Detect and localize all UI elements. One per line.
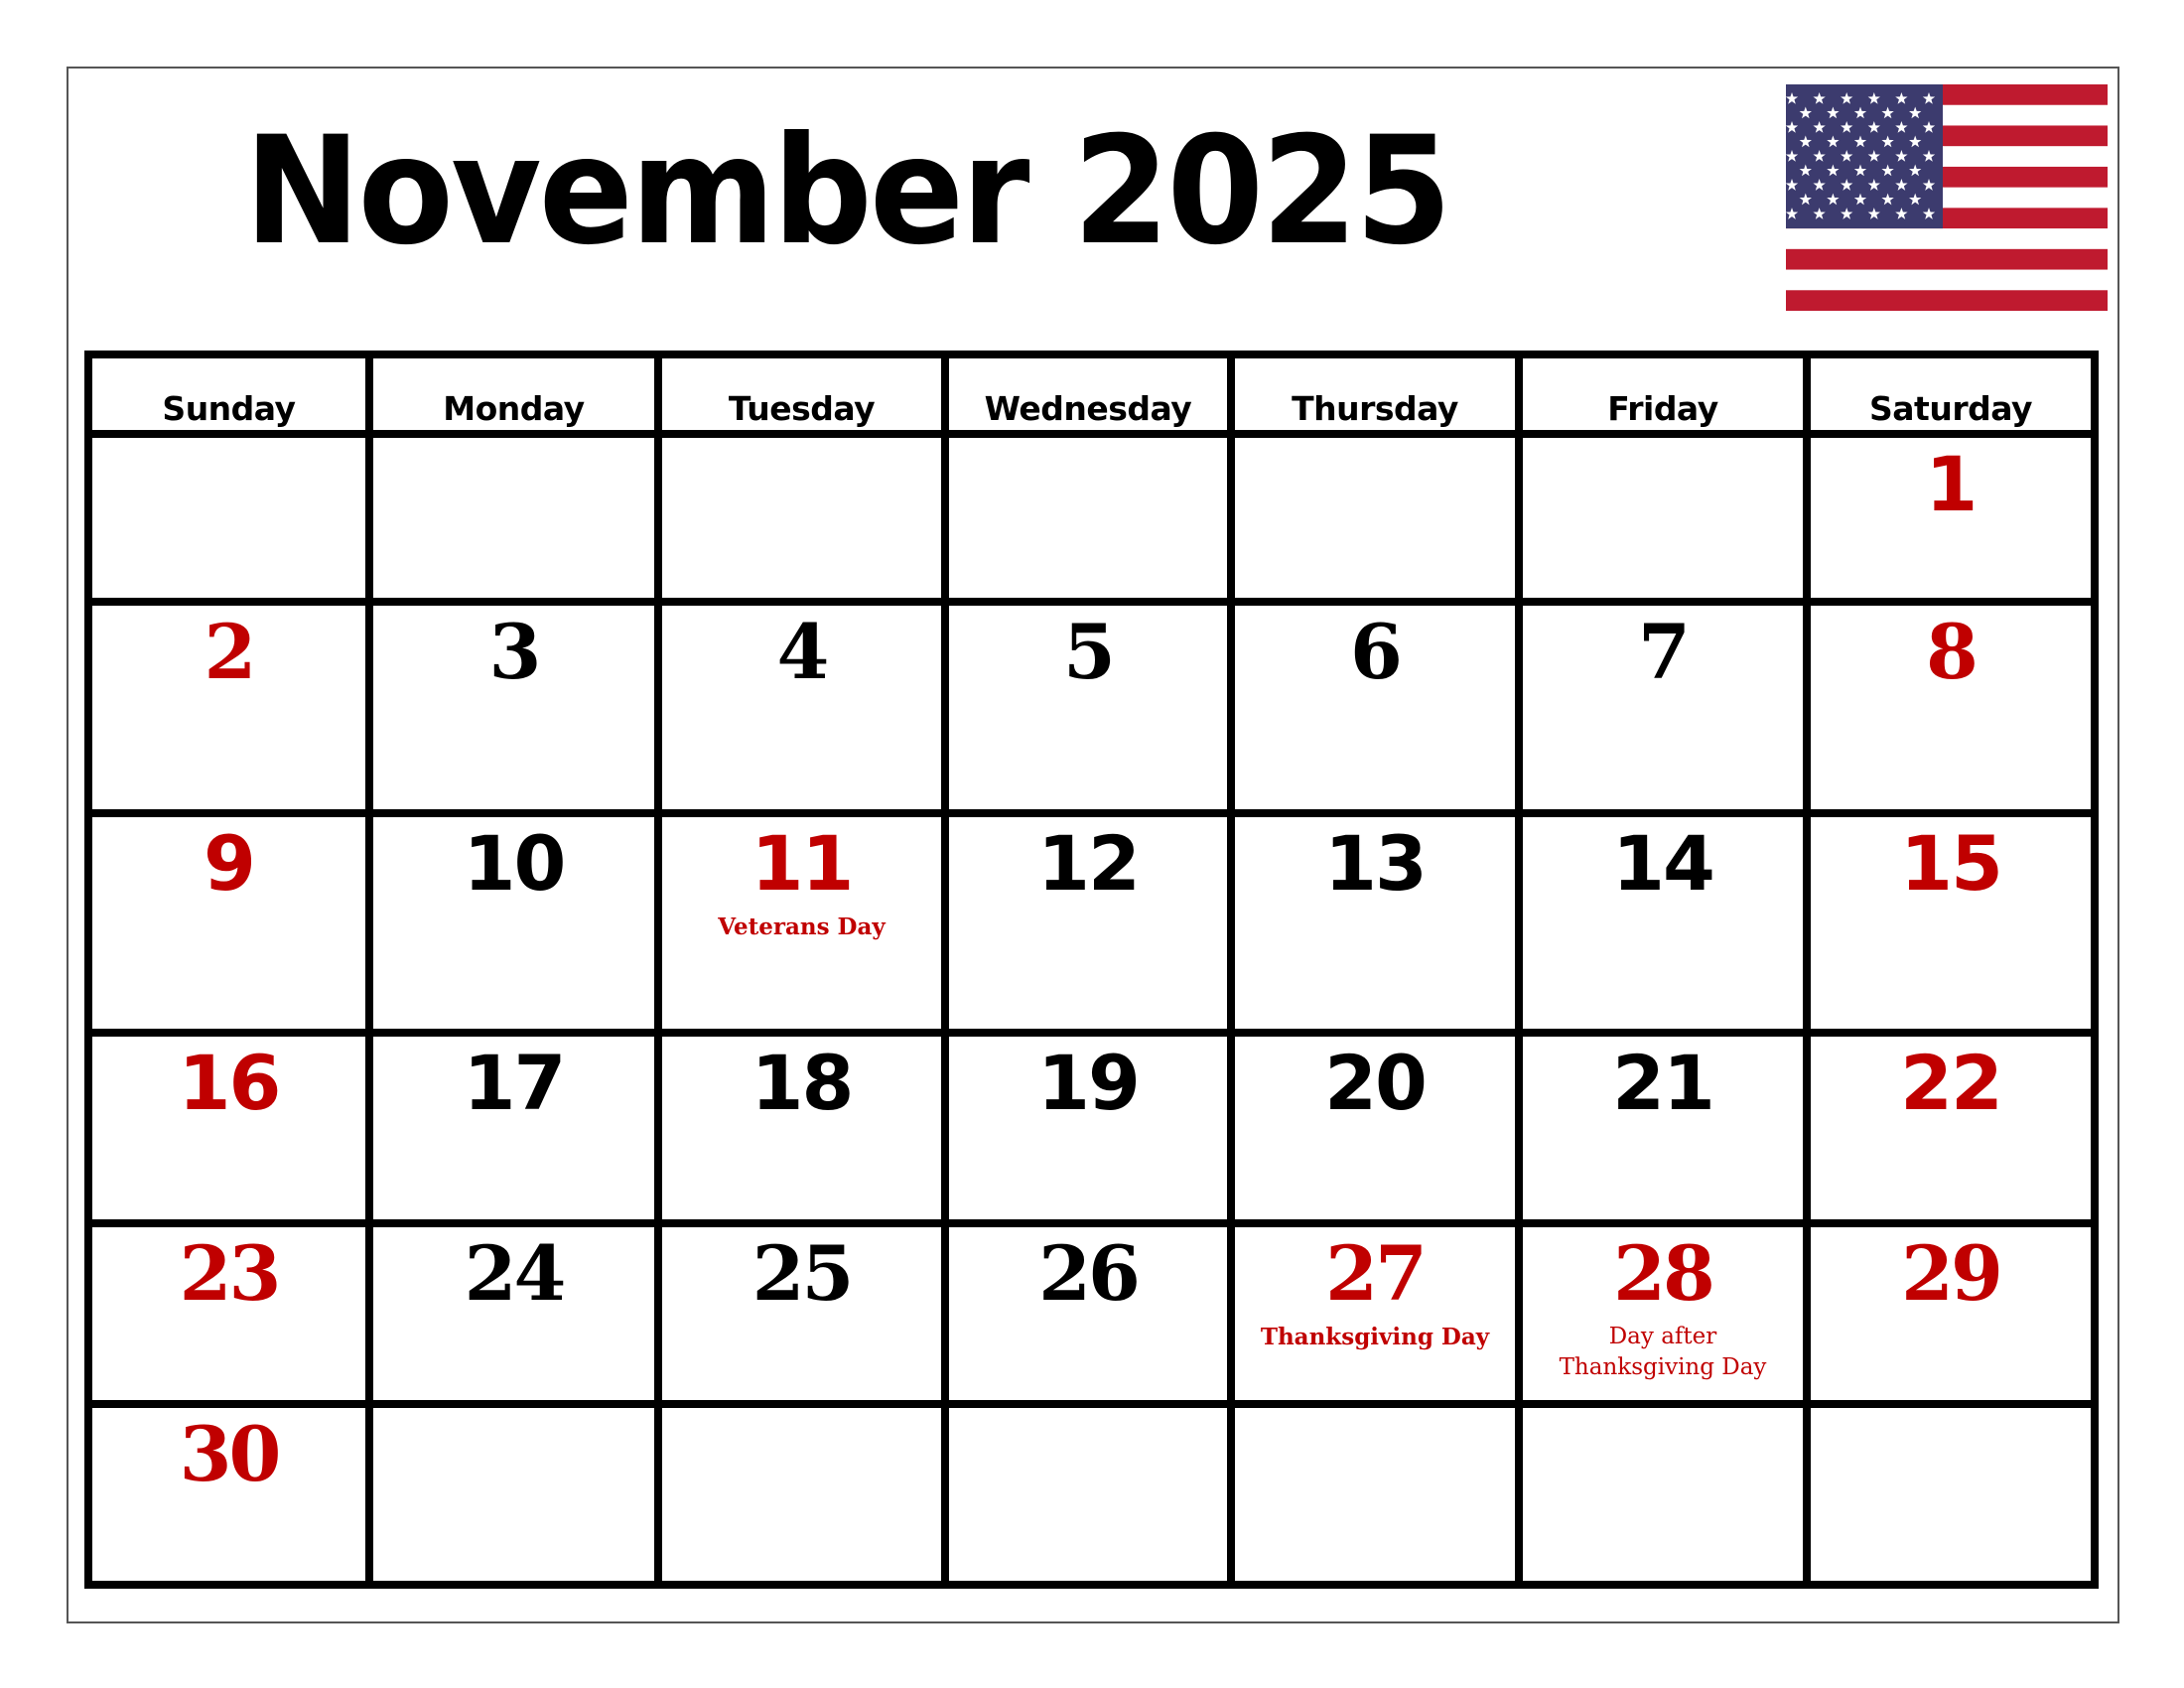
day-number: 4 bbox=[776, 608, 830, 696]
holiday-label: Thanksgiving Day bbox=[1260, 1324, 1490, 1350]
day-cell: 5 bbox=[949, 606, 1227, 809]
day-number: 25 bbox=[751, 1229, 855, 1318]
day-number: 28 bbox=[1613, 1229, 1715, 1318]
holiday-label-line: Day after bbox=[1608, 1324, 1717, 1349]
day-number: 10 bbox=[463, 819, 567, 908]
calendar-title: November 2025 bbox=[244, 105, 1452, 278]
empty-day-cell bbox=[92, 438, 365, 598]
day-number: 5 bbox=[1063, 608, 1116, 696]
empty-day-cell bbox=[373, 438, 654, 598]
holiday-label: Day after Thanksgiving Day bbox=[1523, 1322, 1803, 1383]
day-cell: 20 bbox=[1235, 1037, 1515, 1219]
day-number: 22 bbox=[1900, 1039, 2003, 1127]
day-cell: 29 bbox=[1811, 1227, 2091, 1400]
day-cell: 15 bbox=[1811, 817, 2091, 1029]
holiday-label-line: Thanksgiving Day bbox=[1559, 1354, 1767, 1381]
day-number: 14 bbox=[1612, 819, 1715, 908]
empty-day-cell bbox=[1811, 1408, 2091, 1581]
day-cell: 6 bbox=[1235, 606, 1515, 809]
day-number: 26 bbox=[1038, 1229, 1141, 1318]
weekday-header-thursday: Thursday bbox=[1235, 358, 1515, 430]
day-number: 17 bbox=[463, 1039, 567, 1127]
day-cell: 2 bbox=[92, 606, 365, 809]
empty-day-cell bbox=[373, 1408, 654, 1581]
day-cell: 21 bbox=[1523, 1037, 1803, 1219]
day-cell: 27 Thanksgiving Day bbox=[1235, 1227, 1515, 1400]
flag-stripe bbox=[1786, 228, 2108, 250]
day-number: 21 bbox=[1612, 1039, 1715, 1127]
empty-day-cell bbox=[662, 1408, 941, 1581]
day-cell: 4 bbox=[662, 606, 941, 809]
day-cell: 14 bbox=[1523, 817, 1803, 1029]
weekday-header-wednesday: Wednesday bbox=[949, 358, 1227, 430]
day-cell: 8 bbox=[1811, 606, 2091, 809]
day-cell: 16 bbox=[92, 1037, 365, 1219]
calendar-grid: Sunday Monday Tuesday Wednesday Thursday… bbox=[84, 351, 2099, 1589]
day-cell: 13 bbox=[1235, 817, 1515, 1029]
day-number: 27 bbox=[1325, 1229, 1428, 1318]
day-number: 15 bbox=[1900, 819, 2003, 908]
day-cell: 18 bbox=[662, 1037, 941, 1219]
day-cell: 7 bbox=[1523, 606, 1803, 809]
day-cell: 22 bbox=[1811, 1037, 2091, 1219]
holiday-label: Veterans Day bbox=[718, 914, 886, 940]
empty-day-cell bbox=[662, 438, 941, 598]
flag-canton bbox=[1786, 84, 1943, 229]
empty-day-cell bbox=[949, 1408, 1227, 1581]
day-number: 16 bbox=[178, 1039, 282, 1127]
weekday-header-saturday: Saturday bbox=[1811, 358, 2091, 430]
day-number: 20 bbox=[1324, 1039, 1428, 1127]
day-number: 30 bbox=[179, 1410, 282, 1498]
day-cell: 11 Veterans Day bbox=[662, 817, 941, 1029]
day-cell: 10 bbox=[373, 817, 654, 1029]
flag-stripe bbox=[1786, 290, 2108, 311]
day-number: 2 bbox=[204, 608, 257, 696]
day-cell: 26 bbox=[949, 1227, 1227, 1400]
day-number: 24 bbox=[464, 1229, 567, 1318]
day-number: 7 bbox=[1638, 608, 1691, 696]
us-flag-icon bbox=[1786, 84, 2108, 311]
day-cell: 17 bbox=[373, 1037, 654, 1219]
empty-day-cell bbox=[1235, 438, 1515, 598]
day-cell: 19 bbox=[949, 1037, 1227, 1219]
day-cell: 30 bbox=[92, 1408, 365, 1581]
day-number: 23 bbox=[179, 1229, 282, 1318]
flag-stripe bbox=[1786, 248, 2108, 271]
empty-day-cell bbox=[1235, 1408, 1515, 1581]
weekday-header-tuesday: Tuesday bbox=[662, 358, 941, 430]
day-number: 13 bbox=[1324, 819, 1428, 908]
day-number: 11 bbox=[751, 819, 855, 908]
weekday-header-monday: Monday bbox=[373, 358, 654, 430]
day-cell: 24 bbox=[373, 1227, 654, 1400]
flag-stripe bbox=[1786, 269, 2108, 291]
weekday-header-sunday: Sunday bbox=[92, 358, 365, 430]
day-number: 29 bbox=[1901, 1229, 2003, 1318]
day-cell: 25 bbox=[662, 1227, 941, 1400]
day-cell: 23 bbox=[92, 1227, 365, 1400]
day-number: 9 bbox=[204, 819, 256, 908]
day-number: 12 bbox=[1037, 819, 1141, 908]
day-number: 1 bbox=[1925, 440, 1979, 528]
day-cell: 3 bbox=[373, 606, 654, 809]
day-cell: 1 bbox=[1811, 438, 2091, 598]
empty-day-cell bbox=[1523, 1408, 1803, 1581]
day-number: 18 bbox=[751, 1039, 855, 1127]
day-number: 6 bbox=[1350, 608, 1403, 696]
empty-day-cell bbox=[949, 438, 1227, 598]
weekday-header-friday: Friday bbox=[1523, 358, 1803, 430]
day-cell: 12 bbox=[949, 817, 1227, 1029]
empty-day-cell bbox=[1523, 438, 1803, 598]
day-cell: 28 Day after Thanksgiving Day bbox=[1523, 1227, 1803, 1400]
day-number: 8 bbox=[1926, 608, 1979, 696]
day-number: 3 bbox=[488, 608, 542, 696]
day-cell: 9 bbox=[92, 817, 365, 1029]
day-number: 19 bbox=[1037, 1039, 1141, 1127]
